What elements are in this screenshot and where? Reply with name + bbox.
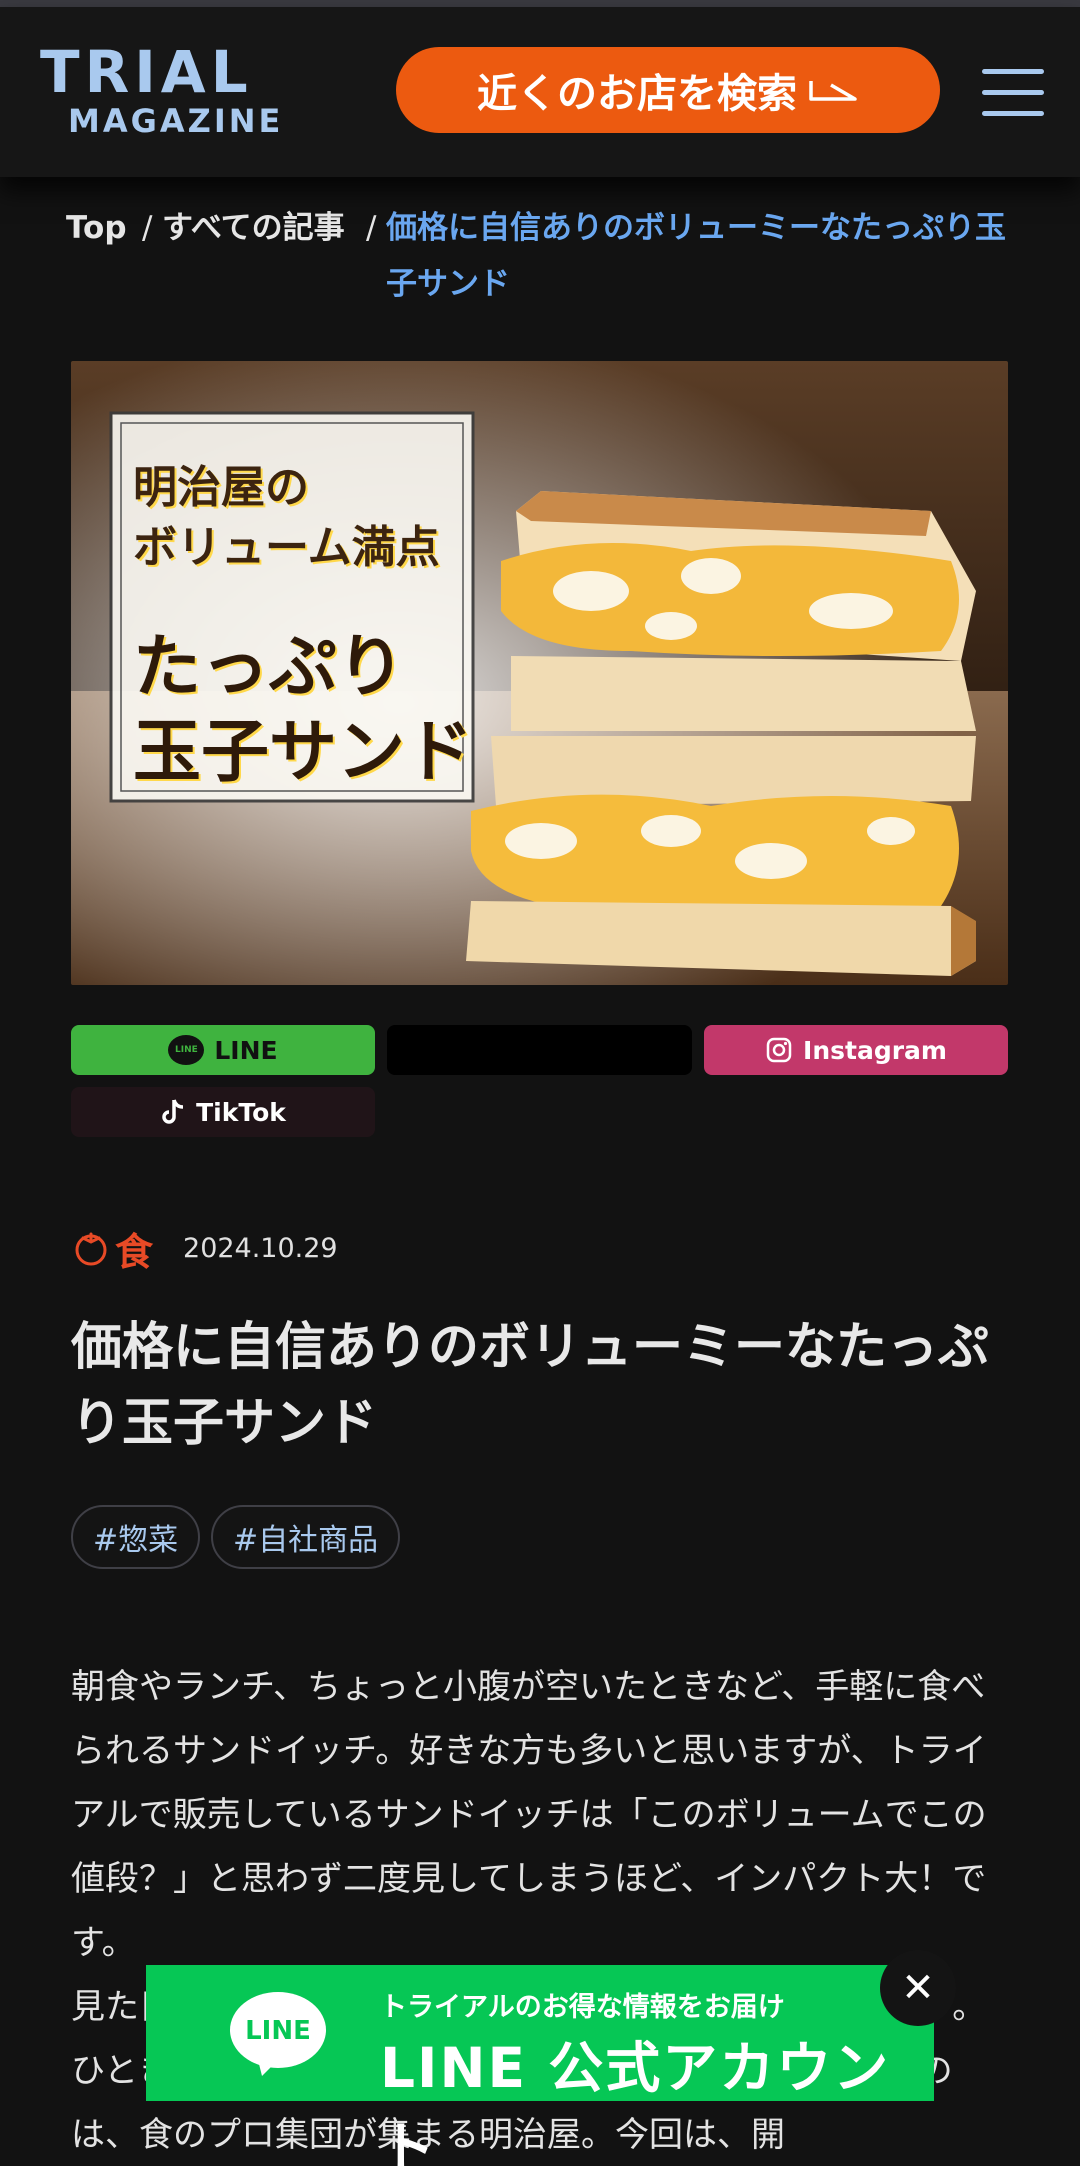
site-header: TRIAL MAGAZINE 近くのお店を検索 [0,7,1080,177]
status-strip [0,0,1080,7]
store-search-label: 近くのお店を検索 [477,72,797,116]
share-instagram-button[interactable]: Instagram [704,1025,1008,1075]
line-banner-subtitle: トライアルのお得な情報をお届け [380,1992,785,2023]
share-tiktok-button[interactable]: TikTok [71,1087,375,1137]
line-logo-text: LINE [245,2016,311,2046]
line-official-account-banner[interactable]: LINE トライアルのお得な情報をお届け LINE 公式アカウント [146,1965,934,2166]
store-search-button[interactable]: 近くのお店を検索 [396,47,940,133]
breadcrumb-separator: / [366,210,377,246]
share-instagram-label: Instagram [803,1035,947,1065]
publish-date: 2024.10.29 [183,1232,338,1264]
tiktok-icon [162,1099,184,1124]
article-title: 価格に自信ありのボリューミーなたっぷり玉子サンド [71,1318,990,1453]
instagram-icon [766,1037,792,1063]
share-line-button[interactable]: LINE LINE [71,1025,375,1075]
article-meta: 食 2024.10.29 [71,1220,338,1276]
hamburger-icon[interactable] [982,69,1044,123]
share-tiktok-label: TikTok [196,1097,286,1127]
line-banner-title: LINE 公式アカウント [380,2036,891,2166]
logo-trial-text: TRIAL [40,38,253,106]
close-icon[interactable]: ✕ [880,1950,956,2026]
breadcrumb-separator: / [142,210,153,246]
breadcrumb-all-articles-link[interactable]: すべての記事 [162,200,345,256]
arrow-icon [809,81,857,101]
trial-magazine-logo[interactable]: TRIAL MAGAZINE [40,43,310,141]
logo-magazine-text: MAGAZINE [68,102,284,140]
tag-chip[interactable]: #自社商品 [211,1505,401,1569]
line-icon: LINE [168,1035,205,1065]
share-line-label: LINE [214,1035,278,1065]
share-x-button[interactable] [387,1025,692,1075]
category-label[interactable]: 食 [115,1221,153,1276]
egg-sandwich-illustration [71,361,1008,985]
hero-image: 明治屋の ボリューム満点 たっぷり 玉子サンド [71,361,1008,985]
tag-chip[interactable]: #惣菜 [71,1505,201,1569]
tomato-icon [75,1232,107,1266]
breadcrumb-current: 価格に自信ありのボリューミーなたっぷり玉子サンド [386,210,1006,302]
line-logo-icon: LINE [230,1992,326,2076]
breadcrumb-top-link[interactable]: Top [66,200,127,256]
